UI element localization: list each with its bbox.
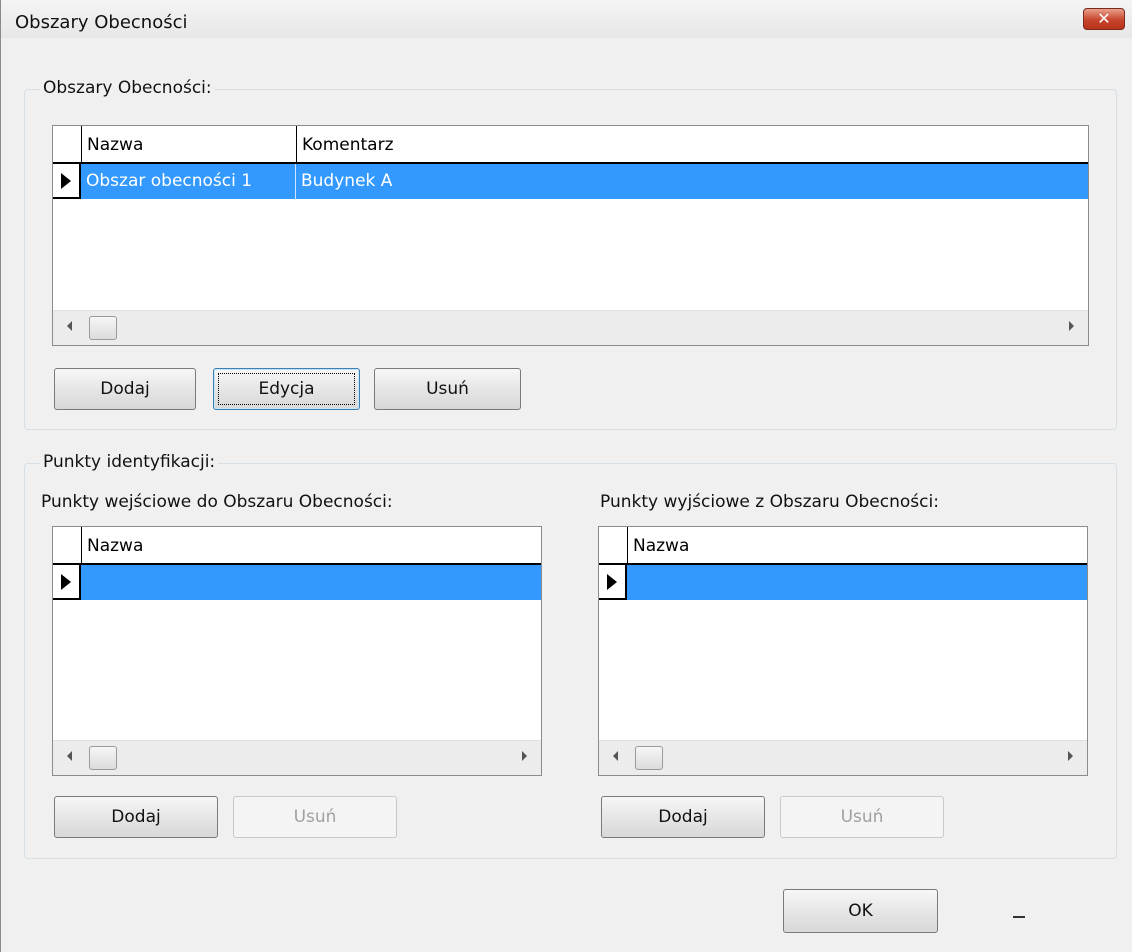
focus-ring	[218, 373, 355, 405]
table-row[interactable]	[81, 565, 541, 600]
add-entry-point-button[interactable]: Dodaj	[54, 796, 218, 838]
entry-points-label: Punkty wejściowe do Obszaru Obecności:	[41, 492, 393, 512]
table-row[interactable]	[627, 565, 1087, 600]
add-area-button[interactable]: Dodaj	[54, 368, 196, 410]
entry-points-grid[interactable]: Nazwa	[52, 526, 542, 776]
scroll-right-icon[interactable]	[1068, 751, 1073, 761]
exit-horizontal-scrollbar[interactable]	[599, 740, 1087, 775]
row-pointer-icon	[61, 173, 71, 189]
scroll-thumb[interactable]	[89, 746, 117, 770]
add-exit-point-button[interactable]: Dodaj	[601, 796, 765, 838]
row-indicator[interactable]	[53, 565, 81, 600]
delete-area-button[interactable]: Usuń	[374, 368, 521, 410]
exit-grid-header: Nazwa	[599, 527, 1087, 565]
scroll-right-icon[interactable]	[522, 751, 527, 761]
exit-points-grid[interactable]: Nazwa	[598, 526, 1088, 776]
areas-group-legend: Obszary Obecności:	[40, 78, 215, 98]
column-header-comment[interactable]: Komentarz	[296, 126, 1088, 162]
scroll-left-icon[interactable]	[67, 751, 72, 761]
scroll-thumb[interactable]	[89, 316, 117, 340]
entry-horizontal-scrollbar[interactable]	[53, 740, 541, 775]
table-row[interactable]: Obszar obecności 1 Budynek A	[81, 164, 1088, 199]
title-bar[interactable]: Obszary Obecności ✕	[1, 0, 1132, 38]
ok-button[interactable]: OK	[783, 889, 938, 933]
scroll-left-icon[interactable]	[67, 321, 72, 331]
header-indicator-cell	[599, 527, 628, 563]
row-name-cell[interactable]: Obszar obecności 1	[81, 164, 295, 199]
row-comment-cell[interactable]: Budynek A	[296, 164, 392, 199]
header-indicator-cell	[53, 126, 82, 162]
points-group-legend: Punkty identyfikacji:	[40, 452, 219, 472]
cursor-mark	[1013, 916, 1025, 918]
row-pointer-icon	[607, 574, 617, 590]
delete-entry-point-button[interactable]: Usuń	[233, 796, 397, 838]
exit-points-label: Punkty wyjściowe z Obszaru Obecności:	[600, 492, 939, 512]
row-pointer-icon	[61, 574, 71, 590]
row-indicator[interactable]	[53, 164, 81, 199]
entry-grid-header: Nazwa	[53, 527, 541, 565]
row-indicator[interactable]	[599, 565, 627, 600]
areas-horizontal-scrollbar[interactable]	[53, 310, 1088, 345]
column-header-name[interactable]: Nazwa	[81, 527, 541, 563]
header-indicator-cell	[53, 527, 82, 563]
dialog-window: Obszary Obecności ✕ Obszary Obecności: N…	[0, 0, 1132, 952]
delete-exit-point-button[interactable]: Usuń	[780, 796, 944, 838]
column-header-name[interactable]: Nazwa	[81, 126, 296, 162]
close-button[interactable]: ✕	[1083, 8, 1125, 30]
areas-grid-header: Nazwa Komentarz	[53, 126, 1088, 164]
areas-grid[interactable]: Nazwa Komentarz Obszar obecności 1 Budyn…	[52, 125, 1089, 346]
window-title: Obszary Obecności	[15, 12, 188, 33]
scroll-left-icon[interactable]	[613, 751, 618, 761]
edit-area-button[interactable]: Edycja	[213, 368, 360, 410]
column-header-name[interactable]: Nazwa	[627, 527, 1087, 563]
close-icon: ✕	[1097, 9, 1111, 28]
scroll-thumb[interactable]	[635, 746, 663, 770]
scroll-right-icon[interactable]	[1069, 321, 1074, 331]
